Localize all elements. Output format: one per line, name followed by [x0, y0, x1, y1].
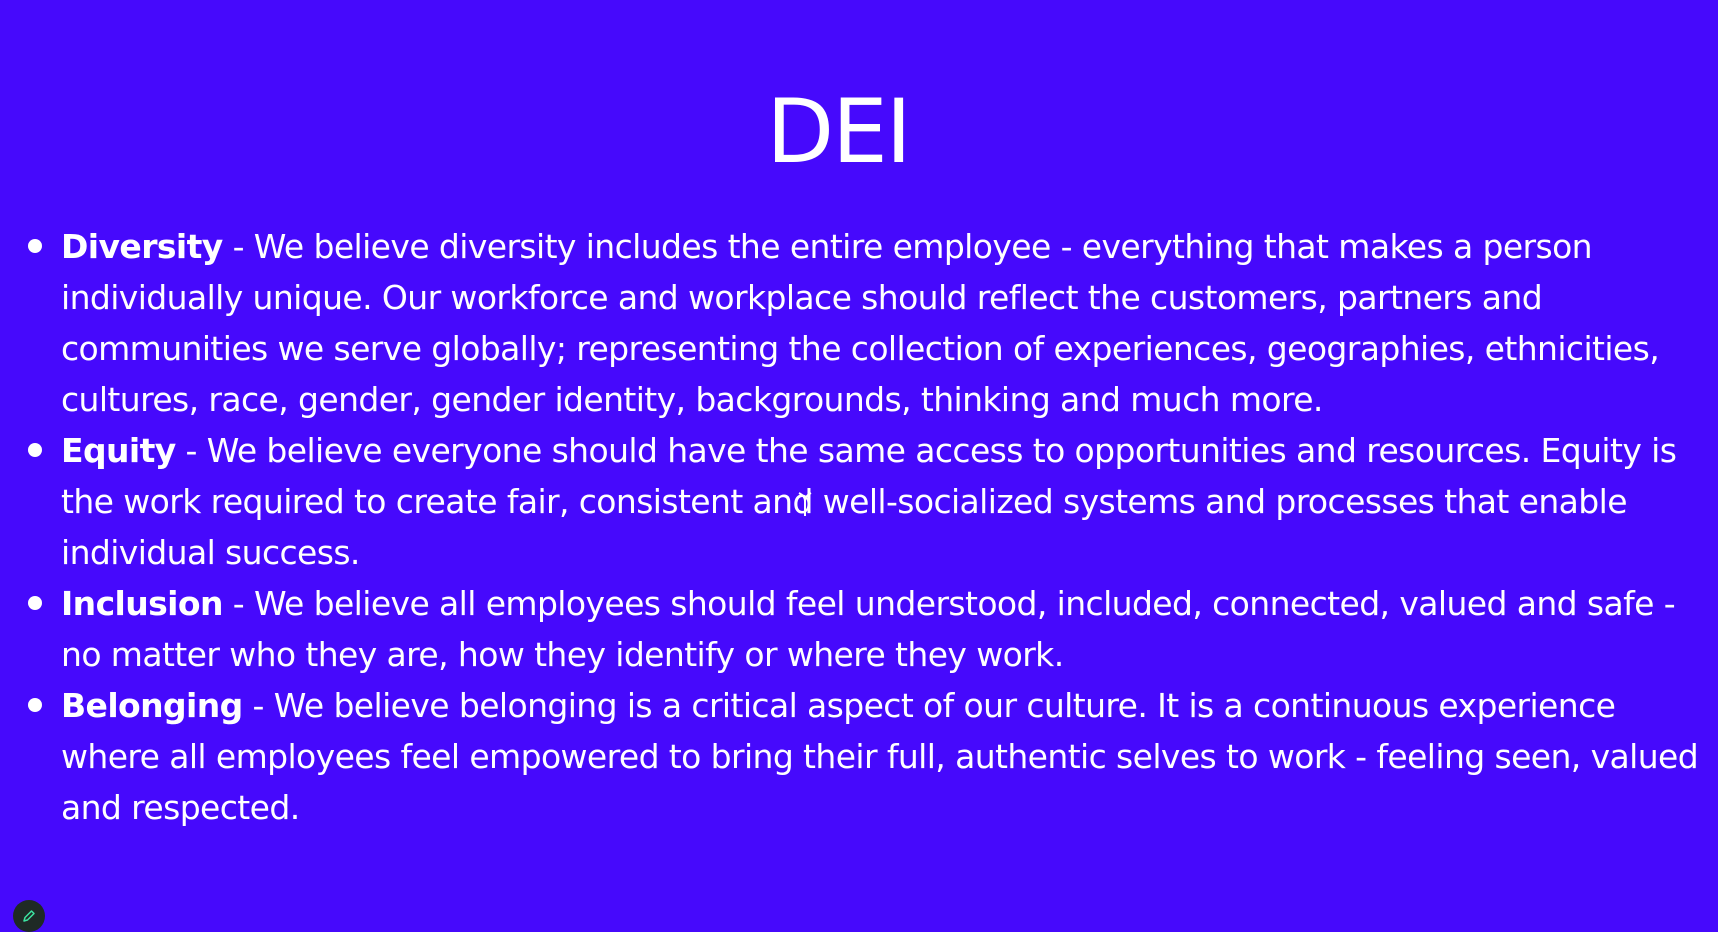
bullet-term: Diversity — [61, 227, 223, 266]
bullet-text: - We believe all employees should feel u… — [61, 584, 1676, 674]
slide-title: DEI — [766, 80, 911, 183]
bullet-dot — [28, 698, 42, 712]
bullet-item-diversity: Diversity - We believe diversity include… — [0, 221, 1712, 425]
text-cursor-icon — [798, 492, 812, 516]
bullet-text: - We believe everyone should have the sa… — [61, 431, 1677, 572]
bullet-term: Inclusion — [61, 584, 223, 623]
bullet-dot — [28, 596, 42, 610]
pencil-icon — [23, 910, 35, 922]
bullet-term: Equity — [61, 431, 176, 470]
bullet-dot — [28, 443, 42, 457]
bullet-term: Belonging — [61, 686, 243, 725]
bullet-text: - We believe belonging is a critical asp… — [61, 686, 1699, 827]
bullet-item-belonging: Belonging - We believe belonging is a cr… — [0, 680, 1712, 833]
slide: DEI Diversity - We believe diversity inc… — [0, 0, 1718, 932]
bullet-dot — [28, 239, 42, 253]
bullet-list: Diversity - We believe diversity include… — [0, 221, 1712, 833]
bullet-text: - We believe diversity includes the enti… — [61, 227, 1660, 419]
edit-button[interactable] — [13, 900, 45, 932]
bullet-item-equity: Equity - We believe everyone should have… — [0, 425, 1712, 578]
bullet-item-inclusion: Inclusion - We believe all employees sho… — [0, 578, 1712, 680]
